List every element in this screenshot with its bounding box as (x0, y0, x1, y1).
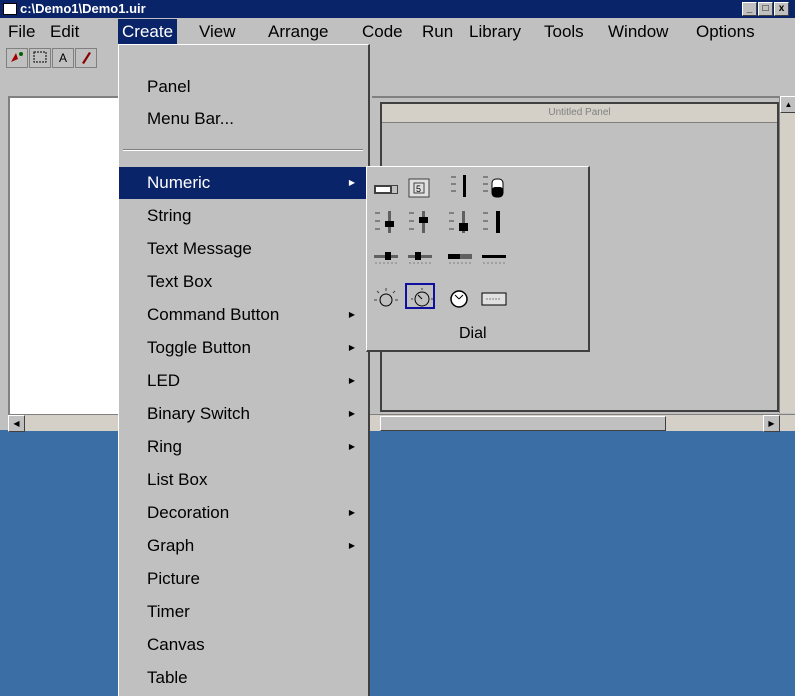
window-title: c:\Demo1\Demo1.uir (20, 1, 146, 16)
vertical-slider-icon[interactable] (479, 207, 509, 233)
vertical-slider-icon[interactable] (371, 207, 401, 233)
numeric-submenu: 5 Dial (366, 166, 590, 352)
menu-item-led[interactable]: LED ▶ (119, 365, 367, 397)
menu-item-label: Decoration (147, 503, 230, 522)
horizontal-scroll-thumb[interactable] (380, 416, 666, 431)
color-tool-icon[interactable] (75, 48, 97, 68)
submenu-arrow-icon: ▶ (348, 178, 355, 187)
menu-item-timer[interactable]: Timer (119, 596, 367, 628)
menu-arrange[interactable]: Arrange (264, 19, 332, 44)
menu-item-label: String (147, 206, 192, 225)
menu-item-label: Canvas (147, 635, 205, 654)
knob-icon[interactable] (371, 285, 401, 311)
menu-item-ring[interactable]: Ring ▶ (119, 431, 367, 463)
window-system-icon[interactable] (3, 3, 17, 15)
menu-view[interactable]: View (195, 19, 240, 44)
menu-edit[interactable]: Edit (46, 19, 83, 44)
menu-item-label: Panel (147, 77, 191, 96)
menu-window[interactable]: Window (604, 19, 672, 44)
menu-item-table[interactable]: Table (119, 662, 367, 694)
operate-tool-icon[interactable] (6, 48, 28, 68)
menu-item-canvas[interactable]: Canvas (119, 629, 367, 661)
slider-thin-icon[interactable] (445, 171, 475, 197)
menu-item-label: List Box (147, 470, 208, 489)
horizontal-slider-icon[interactable] (479, 247, 509, 273)
select-tool-icon[interactable] (29, 48, 51, 68)
submenu-arrow-icon: ▶ (348, 508, 355, 517)
submenu-arrow-icon: ▶ (348, 541, 355, 550)
menu-item-label: Text Message (147, 239, 252, 258)
menu-item-label: Menu Bar... (147, 109, 234, 128)
dial-tooltip-label: Dial (459, 325, 487, 342)
vertical-slider-icon[interactable] (445, 207, 475, 233)
menu-item-label: LED (147, 371, 181, 390)
menu-item-command-button[interactable]: Command Button ▶ (119, 299, 367, 331)
menu-item-picture[interactable]: Picture (119, 563, 367, 595)
menu-item-decoration[interactable]: Decoration ▶ (119, 497, 367, 529)
scroll-left-icon[interactable]: ◀ (8, 415, 25, 432)
menu-item-list-box[interactable]: List Box (119, 464, 367, 496)
menu-item-binary-switch[interactable]: Binary Switch ▶ (119, 398, 367, 430)
menu-item-label: Toggle Button (147, 338, 251, 357)
vertical-scrollbar[interactable]: ▲ (779, 96, 795, 413)
menu-item-text-message[interactable]: Text Message (119, 233, 367, 265)
submenu-arrow-icon: ▶ (348, 376, 355, 385)
svg-text:5: 5 (416, 184, 421, 194)
menu-item-label: Graph (147, 536, 195, 555)
menu-create[interactable]: Create (118, 19, 178, 44)
minimize-button[interactable]: _ (742, 2, 757, 16)
gauge-icon[interactable] (445, 285, 475, 311)
menu-item-label: Command Button (147, 305, 280, 324)
menu-item-toggle-button[interactable]: Toggle Button ▶ (119, 332, 367, 364)
scroll-up-icon[interactable]: ▲ (780, 96, 795, 113)
horizontal-slider-icon[interactable] (371, 247, 401, 273)
maximize-button[interactable]: □ (758, 2, 773, 16)
panel-title: Untitled Panel (382, 104, 777, 123)
submenu-arrow-icon: ▶ (348, 442, 355, 451)
create-menu: Panel Menu Bar... Numeric ▶ String Text M… (118, 44, 370, 696)
menu-item-label: Table (147, 668, 188, 687)
dial-icon[interactable] (405, 283, 435, 309)
menu-item-label: Numeric (147, 173, 211, 192)
menu-code[interactable]: Code (358, 19, 407, 44)
title-bar: c:\Demo1\Demo1.uir _ □ x (0, 0, 795, 18)
label-tool-icon[interactable]: A (52, 48, 74, 68)
submenu-arrow-icon: ▶ (348, 409, 355, 418)
menu-item-label: Text Box (147, 272, 213, 291)
horizontal-slider-icon[interactable] (405, 247, 435, 273)
tank-icon[interactable] (479, 171, 509, 198)
meter-display-icon[interactable] (479, 285, 509, 311)
menu-tools[interactable]: Tools (540, 19, 588, 44)
menu-run[interactable]: Run (418, 19, 457, 44)
menu-item-text-box[interactable]: Text Box (119, 266, 367, 298)
menu-item-label: Ring (147, 437, 182, 456)
menu-item-label: Binary Switch (147, 404, 250, 423)
close-button[interactable]: x (774, 2, 789, 16)
menu-item-menu-bar[interactable]: Menu Bar... (119, 103, 367, 135)
menu-bar: File Edit Create View Arrange Code Run L… (0, 19, 795, 44)
menu-item-graph[interactable]: Graph ▶ (119, 530, 367, 562)
menu-library[interactable]: Library (465, 19, 525, 44)
vertical-slider-icon[interactable] (405, 207, 435, 233)
window-controls: _ □ x (742, 2, 789, 16)
menu-item-label: Timer (147, 602, 190, 621)
menu-item-panel[interactable]: Panel (119, 71, 367, 103)
submenu-arrow-icon: ▶ (348, 343, 355, 352)
menu-item-string[interactable]: String (119, 200, 367, 232)
project-pane[interactable] (8, 96, 122, 415)
horizontal-slider-icon[interactable] (445, 247, 475, 273)
menu-item-label: Picture (147, 569, 200, 588)
menu-file[interactable]: File (4, 19, 39, 44)
menu-separator (123, 149, 363, 151)
menu-options[interactable]: Options (692, 19, 759, 44)
menu-item-numeric[interactable]: Numeric ▶ (119, 167, 367, 199)
submenu-arrow-icon: ▶ (348, 310, 355, 319)
numeric-control-icon[interactable] (371, 177, 401, 203)
scroll-right-icon[interactable]: ▶ (763, 415, 780, 432)
numeric-box-icon[interactable]: 5 (405, 175, 435, 201)
